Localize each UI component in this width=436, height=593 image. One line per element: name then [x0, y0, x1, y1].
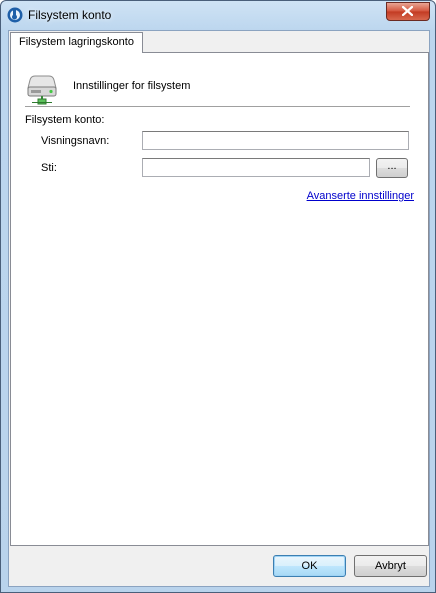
- section-divider: [25, 106, 410, 107]
- close-button[interactable]: [386, 2, 430, 21]
- display-name-label: Visningsnavn:: [41, 135, 110, 147]
- path-input[interactable]: [142, 158, 370, 177]
- path-label: Sti:: [41, 162, 57, 174]
- tab-panel: [10, 52, 429, 546]
- close-icon: [402, 6, 413, 16]
- app-logo-icon: [7, 7, 23, 23]
- dialog-window: Filsystem konto Filsystem lagringskonto …: [0, 0, 436, 593]
- window-title: Filsystem konto: [28, 8, 112, 22]
- title-bar[interactable]: Filsystem konto: [1, 1, 435, 30]
- dialog-body: Filsystem lagringskonto Innstillinger fo…: [8, 30, 430, 587]
- ok-button[interactable]: OK: [273, 555, 346, 577]
- group-label: Filsystem konto:: [25, 114, 105, 126]
- hard-drive-icon: [26, 72, 58, 106]
- display-name-input[interactable]: [142, 131, 409, 150]
- browse-button[interactable]: ...: [376, 158, 408, 178]
- cancel-button[interactable]: Avbryt: [354, 555, 427, 577]
- advanced-settings-link[interactable]: Avanserte innstillinger: [307, 190, 414, 202]
- tab-filsystem-lagringskonto[interactable]: Filsystem lagringskonto: [10, 32, 143, 53]
- section-title: Innstillinger for filsystem: [73, 80, 191, 92]
